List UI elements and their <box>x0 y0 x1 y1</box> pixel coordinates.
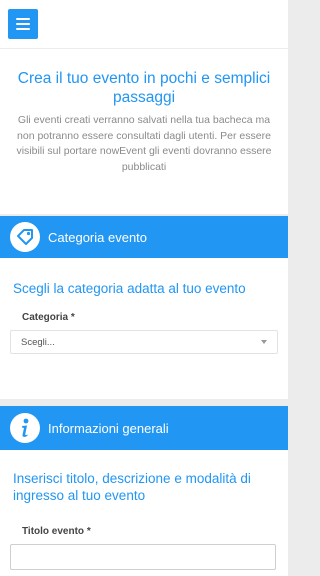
general-info-card: Informazioni generali Inserisci titolo, … <box>0 406 288 576</box>
event-title-input[interactable] <box>10 544 276 570</box>
category-select-value: Scegli... <box>21 336 55 348</box>
tag-icon <box>10 222 40 252</box>
hamburger-menu-button[interactable] <box>8 9 38 39</box>
category-select[interactable]: Scegli... <box>10 330 278 354</box>
general-info-card-title: Informazioni generali <box>48 420 169 436</box>
intro-description: Gli eventi creati verranno salvati nella… <box>16 114 272 173</box>
page-title: Crea il tuo evento in pochi e semplici p… <box>17 70 271 106</box>
info-icon <box>10 413 40 443</box>
category-card-header: Categoria evento <box>0 216 288 258</box>
hamburger-icon <box>16 18 30 20</box>
general-info-card-header: Informazioni generali <box>0 406 288 450</box>
category-card-title: Categoria evento <box>48 229 148 245</box>
category-card: Categoria evento Scegli la categoria ada… <box>0 216 288 399</box>
top-bar <box>0 0 288 48</box>
category-heading: Scegli la categoria adatta al tuo evento <box>13 281 246 296</box>
general-info-heading: Inserisci titolo, descrizione e modalità… <box>13 471 251 503</box>
chevron-down-icon <box>261 340 267 344</box>
category-field-label: Categoria * <box>22 312 75 323</box>
event-title-label: Titolo evento * <box>22 526 91 537</box>
intro-section: Crea il tuo evento in pochi e semplici p… <box>0 49 288 214</box>
